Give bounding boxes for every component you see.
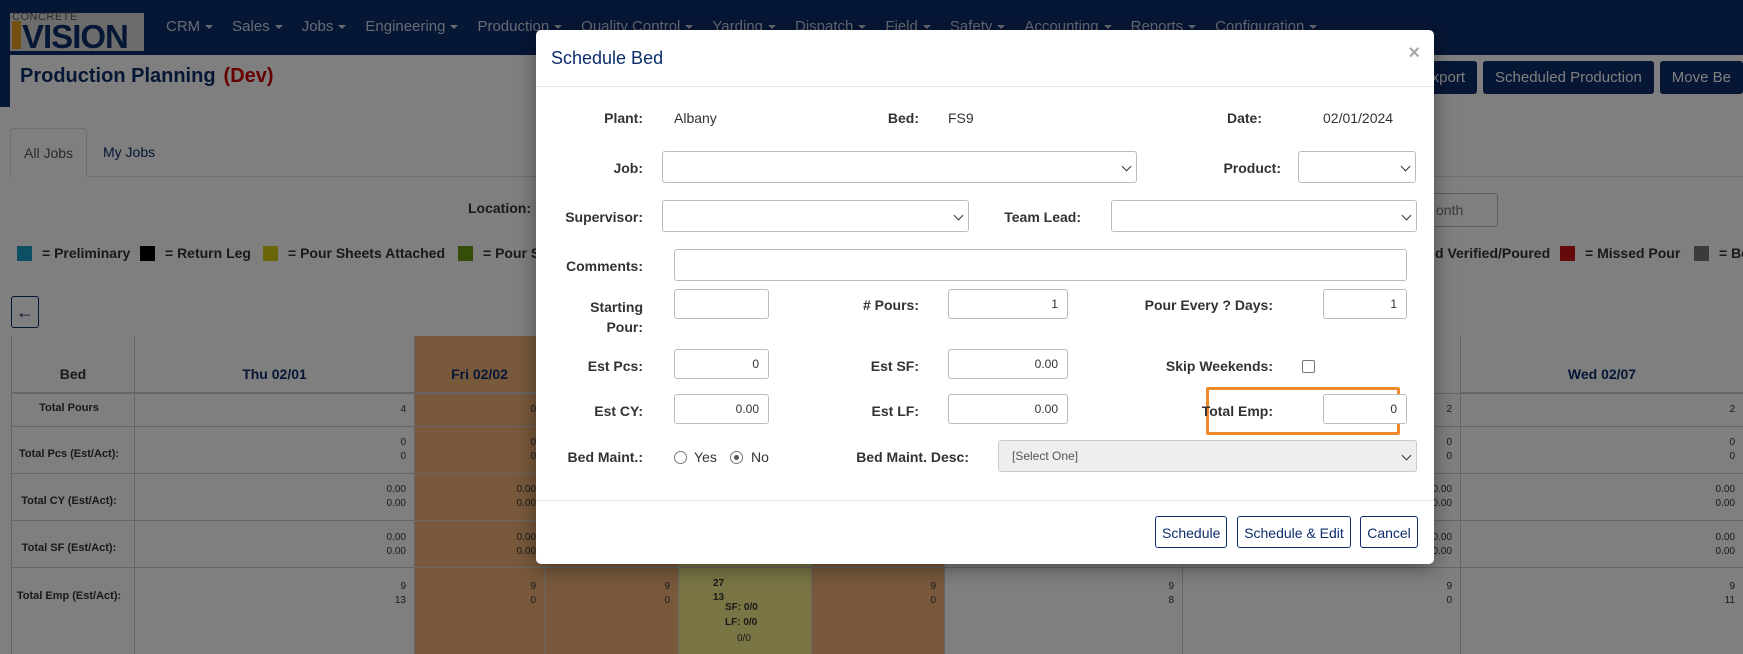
pour-every-input[interactable]: 1 (1323, 289, 1407, 319)
bed-maint-no-radio[interactable] (730, 451, 743, 464)
job-select[interactable] (662, 151, 1137, 183)
bed-value: FS9 (948, 110, 974, 126)
bed-maint-desc-label: Bed Maint. Desc: (856, 449, 969, 465)
product-label: Product: (1223, 160, 1281, 176)
bed-maint-desc-value: [Select One] (1012, 449, 1079, 463)
date-label: Date: (1226, 110, 1262, 126)
est-lf-input[interactable]: 0.00 (948, 394, 1068, 424)
total-emp-input[interactable]: 0 (1323, 394, 1407, 424)
team-lead-label: Team Lead: (1004, 209, 1081, 225)
product-select[interactable] (1298, 151, 1416, 183)
starting-pour-input[interactable] (674, 289, 769, 319)
modal-title: Schedule Bed (551, 48, 664, 68)
job-label: Job: (613, 160, 643, 176)
est-pcs-label: Est Pcs: (587, 358, 643, 374)
pours-input[interactable]: 1 (948, 289, 1068, 319)
bed-maint-label: Bed Maint.: (567, 449, 643, 465)
est-sf-input[interactable]: 0.00 (948, 349, 1068, 379)
chevron-down-icon (1401, 450, 1412, 461)
supervisor-label: Supervisor: (565, 209, 643, 225)
pours-label: # Pours: (862, 297, 919, 313)
bed-maint-desc-select[interactable]: [Select One] (998, 440, 1417, 472)
date-value: 02/01/2024 (1323, 110, 1394, 126)
bed-maint-no-label: No (751, 449, 769, 465)
team-lead-select[interactable] (1111, 200, 1417, 232)
chevron-down-icon (953, 210, 964, 221)
bed-maint-yes-radio[interactable] (674, 451, 687, 464)
est-lf-label: Est LF: (871, 403, 919, 419)
schedule-and-edit-button[interactable]: Schedule & Edit (1237, 516, 1351, 548)
supervisor-select[interactable] (662, 200, 969, 232)
est-cy-label: Est CY: (594, 403, 643, 419)
schedule-bed-modal: Schedule Bed × Plant: Albany Bed: FS9 Da… (536, 30, 1434, 564)
chevron-down-icon (1401, 210, 1412, 221)
est-sf-label: Est SF: (870, 358, 919, 374)
pour-every-label: Pour Every ? Days: (1144, 297, 1273, 313)
est-cy-input[interactable]: 0.00 (674, 394, 769, 424)
bed-label: Bed: (887, 110, 919, 126)
plant-value: Albany (674, 110, 717, 126)
plant-label: Plant: (604, 110, 643, 126)
cancel-button[interactable]: Cancel (1360, 516, 1418, 548)
skip-weekends-label: Skip Weekends: (1165, 358, 1273, 374)
comments-label: Comments: (565, 258, 643, 274)
skip-weekends-checkbox[interactable] (1302, 360, 1315, 373)
schedule-button[interactable]: Schedule (1155, 516, 1227, 548)
chevron-down-icon (1121, 161, 1132, 172)
bed-maint-yes-label: Yes (694, 449, 717, 465)
comments-input[interactable] (674, 249, 1407, 281)
modal-header: Schedule Bed × (536, 30, 1434, 87)
starting-pour-label: Starting Pour: (590, 299, 643, 335)
close-icon[interactable]: × (1408, 42, 1420, 65)
chevron-down-icon (1400, 161, 1411, 172)
total-emp-label: Total Emp: (1201, 403, 1273, 419)
est-pcs-input[interactable]: 0 (674, 349, 769, 379)
